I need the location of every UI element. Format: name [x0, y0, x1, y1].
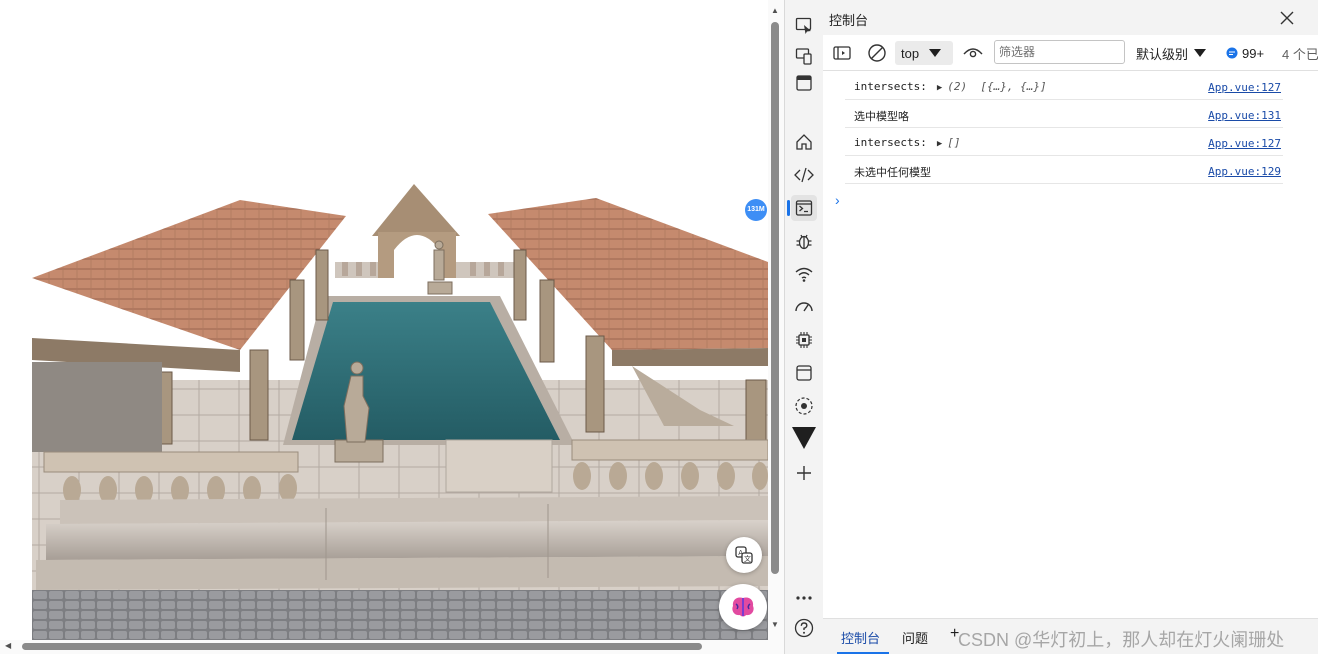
- console-message[interactable]: 选中模型咯: [854, 108, 909, 124]
- scroll-down-arrow-icon[interactable]: ▼: [771, 620, 779, 629]
- source-link[interactable]: App.vue:131: [1208, 109, 1281, 122]
- console-row: intersects: ▶ (2) [{…}, {…}] App.vue:127: [845, 72, 1283, 100]
- toggle-panel-button[interactable]: [791, 70, 817, 96]
- help-icon: [794, 618, 814, 638]
- console-message-label: 未选中任何模型: [854, 166, 931, 179]
- source-link[interactable]: App.vue:129: [1208, 165, 1281, 178]
- memory-chip-icon: [796, 332, 812, 348]
- devtools-activity-bar: [784, 0, 824, 654]
- render-viewport[interactable]: 131M A 文 ▲ ▼ ◀: [0, 0, 784, 654]
- home-icon: [796, 134, 812, 150]
- console-toolbar: top 默认级别 99+ 4 个已: [823, 35, 1318, 71]
- home-button[interactable]: [791, 129, 817, 155]
- console-row: 未选中任何模型 App.vue:129: [845, 156, 1283, 184]
- issues-count-link[interactable]: 4 个已: [1282, 41, 1318, 65]
- active-tool-indicator: [787, 200, 790, 216]
- inspect-element-icon: [795, 17, 812, 34]
- horizontal-scroll-thumb[interactable]: [22, 643, 702, 650]
- device-emulation-button[interactable]: [791, 43, 817, 69]
- horizontal-scrollbar[interactable]: ◀: [0, 640, 784, 654]
- sources-button[interactable]: [791, 228, 817, 254]
- eye-icon: [963, 48, 983, 58]
- array-preview: []: [947, 136, 961, 149]
- console-row: 选中模型咯 App.vue:131: [845, 100, 1283, 128]
- vue-devtools-icon: [792, 427, 816, 449]
- show-sidebar-button[interactable]: [833, 41, 851, 65]
- console-icon: [795, 200, 813, 216]
- svg-text:文: 文: [744, 554, 751, 563]
- console-prompt[interactable]: ›: [835, 192, 840, 208]
- message-bubble-icon: [1226, 47, 1238, 59]
- network-button[interactable]: [791, 261, 817, 287]
- add-tool-icon: [797, 466, 811, 480]
- devtools-console-panel: 控制台 top 默认级别 99+ 4 个已: [823, 0, 1318, 654]
- more-tools-button[interactable]: [791, 585, 817, 611]
- sensors-icon: [795, 397, 813, 415]
- translate-button[interactable]: A 文: [726, 537, 762, 573]
- inspect-element-button[interactable]: [791, 12, 817, 38]
- close-icon: [1280, 11, 1294, 25]
- help-button[interactable]: [791, 615, 817, 641]
- array-length: (2): [947, 80, 968, 93]
- vertical-scroll-thumb[interactable]: [771, 22, 779, 574]
- scene-canvas[interactable]: [0, 0, 768, 640]
- vue-devtools-button[interactable]: [791, 425, 817, 451]
- memory-button[interactable]: [791, 327, 817, 353]
- performance-button[interactable]: [791, 294, 817, 320]
- console-message-label: intersects:: [854, 136, 927, 149]
- panel-title: 控制台: [829, 13, 869, 28]
- elements-icon: [794, 167, 814, 183]
- console-message-label: intersects:: [854, 80, 927, 93]
- close-panel-button[interactable]: [1275, 6, 1299, 30]
- chevron-down-icon: [1194, 49, 1207, 57]
- execution-context-value: top: [901, 45, 920, 61]
- sources-bug-icon: [796, 234, 812, 250]
- panel-title-bar: 控制台: [823, 0, 1318, 35]
- copilot-button[interactable]: [719, 584, 767, 630]
- live-expression-button[interactable]: [963, 41, 983, 65]
- watermark: CSDN @华灯初上，那人却在灯火阑珊处: [958, 630, 1285, 650]
- performance-icon: [795, 302, 813, 312]
- scroll-left-arrow-icon[interactable]: ◀: [5, 641, 11, 650]
- application-icon: [796, 365, 812, 381]
- message-count-badge[interactable]: 99+: [1226, 41, 1264, 65]
- vertical-scrollbar[interactable]: ▲ ▼: [768, 0, 784, 640]
- add-tool-button[interactable]: [791, 460, 817, 486]
- console-row: intersects: ▶ [] App.vue:127: [845, 128, 1283, 156]
- chevron-down-icon: [929, 49, 942, 57]
- expand-triangle-icon[interactable]: ▶: [937, 139, 942, 149]
- copilot-brain-icon: [732, 597, 754, 617]
- clear-console-icon: [868, 44, 886, 62]
- console-filter-input[interactable]: [994, 40, 1125, 64]
- sensors-button[interactable]: [791, 393, 817, 419]
- translate-icon: A 文: [735, 546, 753, 564]
- source-link[interactable]: App.vue:127: [1208, 81, 1281, 94]
- device-emulation-icon: [795, 48, 812, 65]
- console-message[interactable]: intersects: ▶ []: [854, 136, 961, 149]
- elements-button[interactable]: [791, 162, 817, 188]
- execution-context-select[interactable]: top: [895, 41, 953, 65]
- drawer-tab-bar: 控制台 问题 + CSDN @华灯初上，那人却在灯火阑珊处: [823, 618, 1318, 654]
- console-message[interactable]: intersects: ▶ (2) [{…}, {…}]: [854, 80, 1047, 93]
- array-preview: [{…}, {…}]: [980, 80, 1047, 93]
- more-tools-icon: [796, 596, 812, 600]
- clear-console-button[interactable]: [867, 41, 887, 65]
- network-icon: [795, 267, 813, 282]
- scroll-up-arrow-icon[interactable]: ▲: [771, 6, 779, 15]
- tab-console[interactable]: 控制台: [841, 628, 880, 647]
- memory-usage-badge[interactable]: 131M: [745, 199, 767, 221]
- tab-issues[interactable]: 问题: [902, 628, 928, 647]
- expand-triangle-icon[interactable]: ▶: [937, 83, 942, 93]
- console-message[interactable]: 未选中任何模型: [854, 164, 931, 180]
- message-count-value: 99+: [1242, 45, 1265, 61]
- application-button[interactable]: [791, 360, 817, 386]
- source-link[interactable]: App.vue:127: [1208, 137, 1281, 150]
- console-button[interactable]: [791, 195, 817, 221]
- log-level-value: 默认级别: [1136, 46, 1189, 62]
- sidebar-toggle-icon: [833, 46, 851, 60]
- log-level-select[interactable]: 默认级别: [1136, 41, 1207, 65]
- console-messages: intersects: ▶ (2) [{…}, {…}] App.vue:127 选…: [823, 72, 1318, 208]
- toggle-panel-icon: [796, 75, 812, 91]
- console-message-label: 选中模型咯: [854, 110, 909, 123]
